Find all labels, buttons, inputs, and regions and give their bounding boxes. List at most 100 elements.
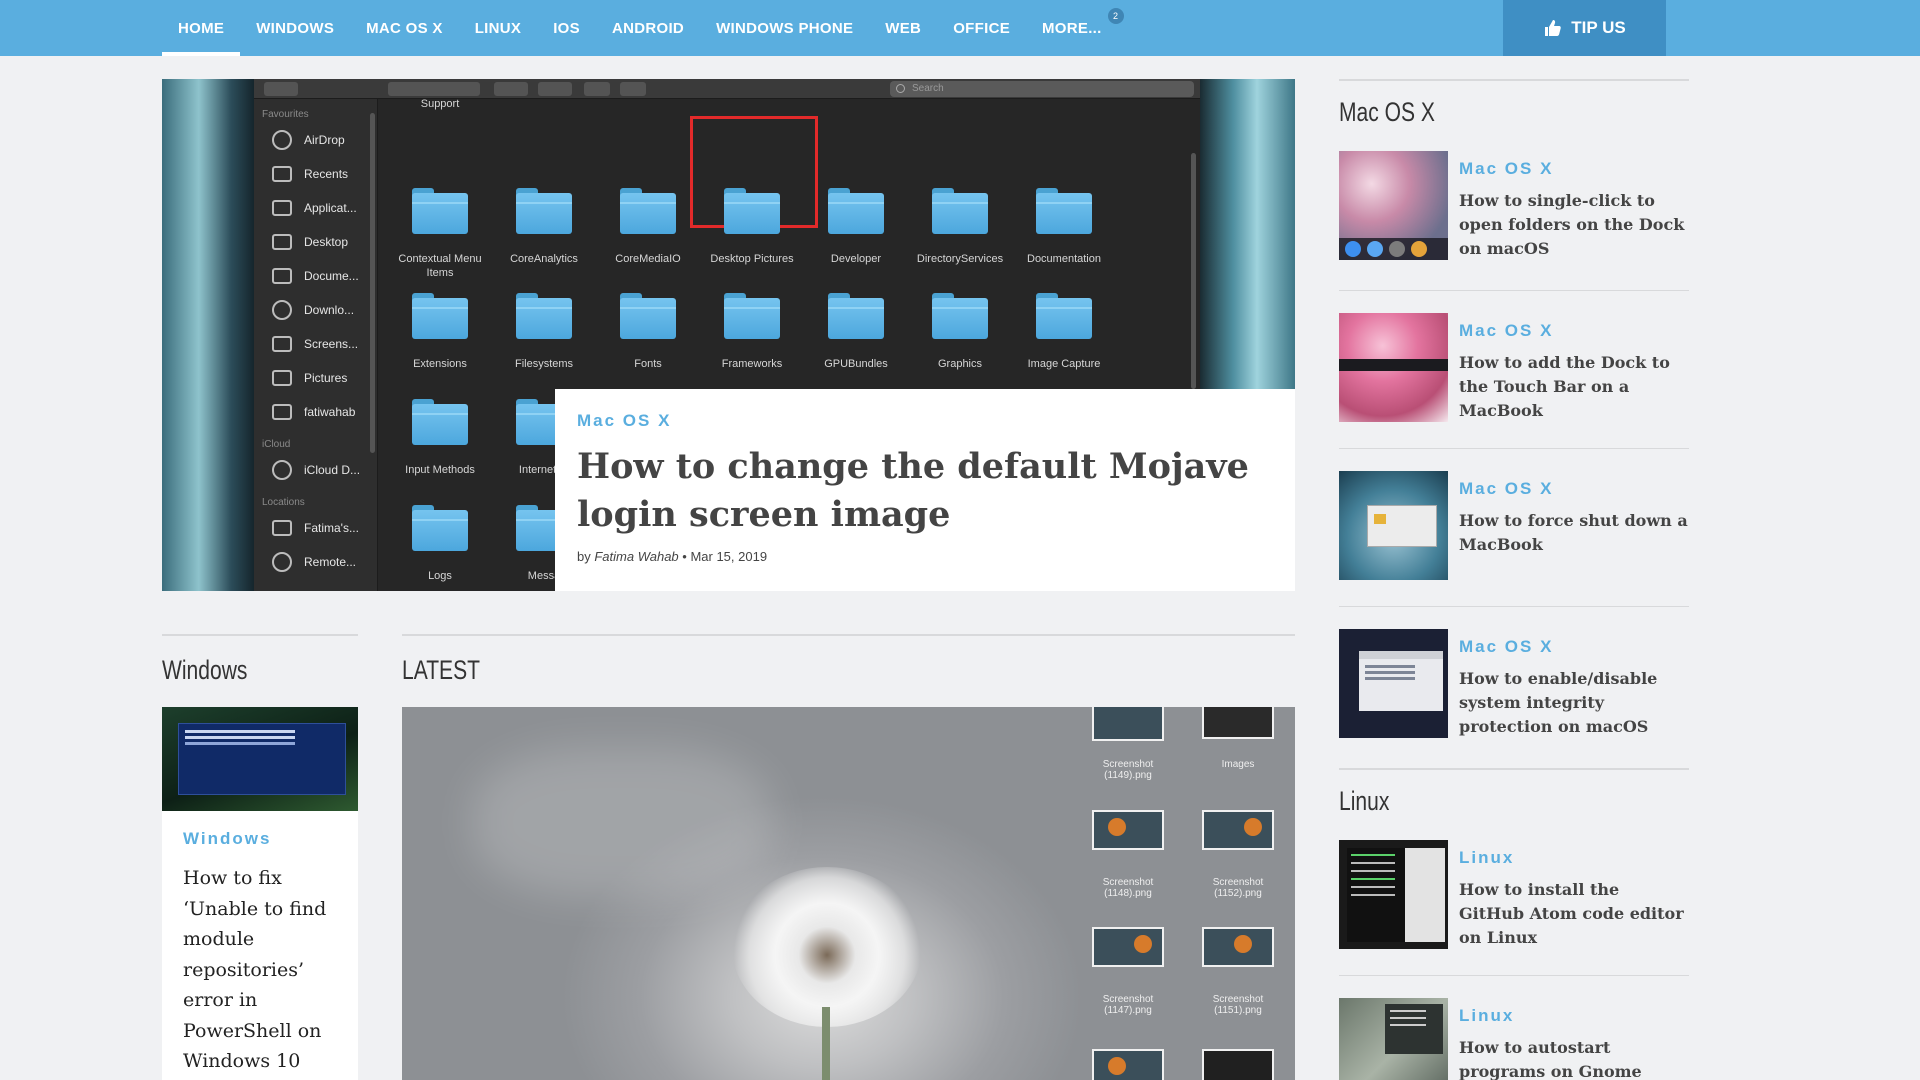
nav-windows-phone[interactable]: WINDOWS PHONE bbox=[700, 0, 869, 56]
sidebar-article-thumbnail[interactable] bbox=[1339, 471, 1448, 580]
sidebar-item-documents: Docume... bbox=[268, 265, 359, 287]
sidebar-item-screenshots: Screens... bbox=[268, 333, 358, 355]
sidebar-category-link[interactable]: Mac OS X bbox=[1459, 637, 1553, 657]
featured-article-title[interactable]: How to change the default Mojave login s… bbox=[577, 443, 1273, 539]
sidebar-category-link[interactable]: Linux bbox=[1459, 848, 1514, 868]
sidebar-article-title[interactable]: How to add the Dock to the Touch Bar on … bbox=[1459, 351, 1689, 423]
windows-article-thumbnail[interactable] bbox=[162, 707, 358, 811]
macos-section-title[interactable]: Mac OS X bbox=[1339, 97, 1435, 128]
sidebar-article[interactable]: Mac OS X How to add the Dock to the Touc… bbox=[1339, 313, 1689, 423]
folder-icon bbox=[412, 399, 468, 445]
sidebar-article[interactable]: Linux How to install the GitHub Atom cod… bbox=[1339, 840, 1689, 950]
airdrop-icon bbox=[268, 129, 296, 151]
sidebar-article-thumbnail[interactable] bbox=[1339, 151, 1448, 260]
dock-bar bbox=[1339, 238, 1448, 260]
bokeh-highlight bbox=[472, 747, 772, 897]
windows-article-card[interactable]: Windows How to fix ‘Unable to find modul… bbox=[162, 707, 358, 1080]
folder-icon bbox=[828, 293, 884, 339]
sidebar-article-title[interactable]: How to enable/disable system integrity p… bbox=[1459, 667, 1689, 739]
back-forward-icon bbox=[264, 82, 298, 96]
applications-icon bbox=[268, 197, 296, 219]
latest-article-image[interactable]: Screenshot (1149).png Images Screenshot … bbox=[402, 707, 1295, 1080]
desktop-file-icon bbox=[1202, 810, 1274, 850]
desktop-file-label: Screenshot (1147).png bbox=[1102, 994, 1154, 1016]
sidebar-article-thumbnail[interactable] bbox=[1339, 998, 1448, 1080]
nav-home[interactable]: HOME bbox=[162, 0, 241, 56]
linux-section-title[interactable]: Linux bbox=[1339, 786, 1389, 817]
desktop-file-icon bbox=[1202, 927, 1274, 967]
sidebar-category-link[interactable]: Mac OS X bbox=[1459, 321, 1553, 341]
folder-icon bbox=[620, 293, 676, 339]
nav-more[interactable]: MORE... 2 bbox=[1026, 0, 1124, 56]
folder-item: Developer bbox=[804, 144, 908, 265]
clock-icon bbox=[268, 163, 296, 185]
touch-bar bbox=[1339, 359, 1448, 371]
folder-item: CoreAnalytics bbox=[492, 144, 596, 265]
sidebar-item-remote-disc: Remote... bbox=[268, 551, 356, 573]
tip-us-label: TIP US bbox=[1571, 18, 1626, 37]
utilities-window bbox=[1359, 651, 1443, 711]
nav-android[interactable]: ANDROID bbox=[596, 0, 700, 56]
folder-item: GPUBundles bbox=[804, 249, 908, 370]
folder-icon bbox=[1036, 293, 1092, 339]
sidebar-article-title[interactable]: How to autostart programs on Gnome Shell bbox=[1459, 1036, 1689, 1080]
nav-office[interactable]: OFFICE bbox=[937, 0, 1026, 56]
featured-category-link[interactable]: Mac OS X bbox=[577, 411, 1273, 431]
folder-item: Image Capture bbox=[1012, 249, 1116, 370]
nav-linux[interactable]: LINUX bbox=[459, 0, 538, 56]
sidebar-article[interactable]: Linux How to autostart programs on Gnome… bbox=[1339, 998, 1689, 1080]
sidebar-category-link[interactable]: Linux bbox=[1459, 1006, 1514, 1026]
folder-item: Frameworks bbox=[700, 249, 804, 370]
nav-ios[interactable]: IOS bbox=[537, 0, 596, 56]
folder-label: Support bbox=[420, 98, 460, 110]
folder-icon bbox=[724, 293, 780, 339]
featured-article[interactable]: Search Favourites AirDrop Recents Applic… bbox=[162, 79, 1295, 591]
sidebar-article-thumbnail[interactable] bbox=[1339, 840, 1448, 949]
featured-date: • Mar 15, 2019 bbox=[682, 549, 768, 564]
sidebar-item-recents: Recents bbox=[268, 163, 348, 185]
hero-image-edge-left bbox=[162, 79, 254, 591]
sidebar-article-title[interactable]: How to single-click to open folders on t… bbox=[1459, 189, 1689, 261]
windows-category-link[interactable]: Windows bbox=[183, 829, 343, 849]
byline-by: by bbox=[577, 549, 591, 564]
sidebar-article[interactable]: Mac OS X How to single-click to open fol… bbox=[1339, 151, 1689, 261]
folder-icon bbox=[620, 188, 676, 234]
sidebar-article[interactable]: Mac OS X How to force shut down a MacBoo… bbox=[1339, 471, 1689, 581]
desktop-file-label: Screenshot (1152).png bbox=[1212, 877, 1264, 899]
sidebar-article[interactable]: Mac OS X How to enable/disable system in… bbox=[1339, 629, 1689, 739]
folder-icon bbox=[516, 188, 572, 234]
folder-icon bbox=[412, 188, 468, 234]
macos-section-rule bbox=[1339, 79, 1689, 81]
nav-mac-os-x[interactable]: MAC OS X bbox=[350, 0, 459, 56]
nav-windows[interactable]: WINDOWS bbox=[240, 0, 350, 56]
windows-section-title[interactable]: Windows bbox=[162, 655, 247, 686]
folder-icon bbox=[412, 293, 468, 339]
featured-byline: by Fatima Wahab • Mar 15, 2019 bbox=[577, 549, 1273, 564]
sidebar-article-thumbnail[interactable] bbox=[1339, 629, 1448, 738]
tip-us-button[interactable]: TIP US bbox=[1503, 0, 1666, 56]
folder-icon bbox=[268, 333, 296, 355]
sidebar-article-title[interactable]: How to force shut down a MacBook bbox=[1459, 509, 1689, 557]
folder-item bbox=[388, 551, 492, 591]
home-icon bbox=[268, 401, 296, 423]
featured-author[interactable]: Fatima Wahab bbox=[594, 549, 678, 564]
sidebar-item-computer: Fatima's... bbox=[268, 517, 359, 539]
desktop-file-label: Images bbox=[1221, 759, 1255, 770]
sidebar-category-link[interactable]: Mac OS X bbox=[1459, 159, 1553, 179]
windows-article-title[interactable]: How to fix ‘Unable to find module reposi… bbox=[183, 863, 343, 1077]
sidebar-divider bbox=[1339, 606, 1689, 607]
powershell-window bbox=[178, 723, 346, 795]
dandelion-photo bbox=[732, 867, 922, 1027]
terminal-window bbox=[1385, 1004, 1443, 1054]
featured-article-card[interactable]: Mac OS X How to change the default Mojav… bbox=[555, 389, 1295, 591]
folder-item: CoreMediaIO bbox=[596, 144, 700, 265]
sidebar-item-pictures: Pictures bbox=[268, 367, 347, 389]
desktop-icon bbox=[268, 231, 296, 253]
sidebar-article-title[interactable]: How to install the GitHub Atom code edit… bbox=[1459, 878, 1689, 950]
nav-web[interactable]: WEB bbox=[869, 0, 937, 56]
sidebar-article-thumbnail[interactable] bbox=[1339, 313, 1448, 422]
sidebar-item-home: fatiwahab bbox=[268, 401, 355, 423]
sidebar-heading-icloud: iCloud bbox=[262, 439, 291, 450]
desktop-file-label: Screenshot (1149).png bbox=[1102, 759, 1154, 781]
sidebar-category-link[interactable]: Mac OS X bbox=[1459, 479, 1553, 499]
